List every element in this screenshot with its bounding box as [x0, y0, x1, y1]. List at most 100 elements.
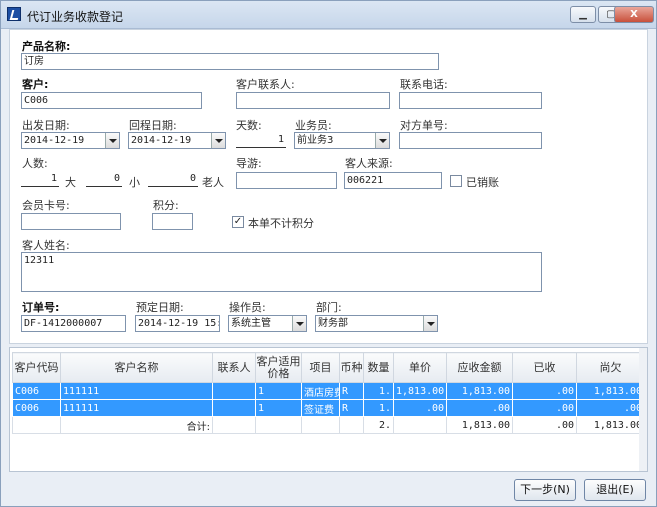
- dept-value: 财务部: [318, 318, 348, 329]
- minimize-button[interactable]: ▁: [570, 6, 596, 23]
- cell: [212, 416, 256, 434]
- chevron-down-icon[interactable]: [292, 316, 306, 331]
- source-label: 客人来源:: [345, 157, 393, 170]
- counter-no-field[interactable]: [399, 132, 542, 149]
- guide-field[interactable]: [236, 172, 337, 189]
- cell: R: [339, 382, 364, 400]
- operator-select[interactable]: 系统主管: [228, 315, 307, 332]
- total-receivable: 1,813.00: [446, 416, 513, 434]
- app-logo-icon: [7, 7, 21, 21]
- days-field[interactable]: 1: [236, 132, 286, 148]
- column-header[interactable]: 数量: [363, 352, 394, 383]
- close-button[interactable]: X: [614, 6, 654, 23]
- member-label: 会员卡号:: [22, 199, 70, 212]
- canceled-label: 已销账: [466, 176, 499, 189]
- senior-unit: 老人: [202, 176, 224, 189]
- column-header[interactable]: 项目: [301, 352, 340, 383]
- cell: [212, 382, 256, 400]
- cell: [12, 416, 61, 434]
- product-field[interactable]: 订房: [21, 53, 439, 70]
- cell: C006: [12, 382, 61, 400]
- column-header[interactable]: 应收金额: [446, 352, 513, 383]
- cell: .00: [576, 399, 645, 417]
- table-row[interactable]: C006 111111 1 签证费 R 1. .00 .00 .00 .00: [12, 399, 645, 417]
- senior-count-field[interactable]: 0: [148, 171, 198, 187]
- dept-select[interactable]: 财务部: [315, 315, 438, 332]
- depart-date-label: 出发日期:: [22, 119, 70, 132]
- order-no-label: 订单号:: [22, 301, 60, 314]
- source-field[interactable]: 006221: [344, 172, 442, 189]
- app-window: 代订业务收款登记 ▁ ▢ X 产品名称: 订房 客户: C006 客户联系人: …: [0, 0, 657, 507]
- total-qty: 2.: [363, 416, 394, 434]
- cell: .00: [512, 382, 577, 400]
- column-header[interactable]: 联系人: [212, 352, 256, 383]
- cell: [339, 416, 364, 434]
- sales-value: 前业务3: [297, 135, 334, 146]
- cell: 签证费: [301, 399, 340, 417]
- exit-button[interactable]: 退出(E): [584, 479, 646, 501]
- sales-label: 业务员:: [295, 119, 332, 132]
- next-button[interactable]: 下一步(N): [514, 479, 576, 501]
- points-field[interactable]: [152, 213, 193, 230]
- cell: [212, 399, 256, 417]
- child-count-field[interactable]: 0: [86, 171, 122, 187]
- chevron-down-icon[interactable]: [375, 133, 389, 148]
- items-table: 客户代码 客户名称 联系人 客户适用价格 项目 币种 数量 单价 应收金额 已收…: [12, 352, 645, 434]
- column-header[interactable]: 客户代码: [12, 352, 61, 383]
- phone-label: 联系电话:: [400, 78, 448, 91]
- guest-names-textarea[interactable]: 12311: [21, 252, 542, 292]
- cell: [301, 416, 340, 434]
- return-date-label: 回程日期:: [129, 119, 177, 132]
- column-header[interactable]: 已收: [512, 352, 577, 383]
- customer-field[interactable]: C006: [21, 92, 202, 109]
- column-header[interactable]: 币种: [339, 352, 364, 383]
- chevron-down-icon[interactable]: [105, 133, 119, 148]
- cell: [255, 416, 302, 434]
- cell: .00: [512, 399, 577, 417]
- canceled-checkbox[interactable]: [450, 175, 462, 187]
- booking-date-label: 预定日期:: [136, 301, 184, 314]
- table-header-row: 客户代码 客户名称 联系人 客户适用价格 项目 币种 数量 单价 应收金额 已收…: [12, 352, 645, 383]
- counter-no-label: 对方单号:: [400, 119, 448, 132]
- chevron-down-icon[interactable]: [211, 133, 225, 148]
- table-row[interactable]: C006 111111 1 酒店房费 R 1. 1,813.00 1,813.0…: [12, 382, 645, 400]
- title-bar: 代订业务收款登记 ▁ ▢ X: [1, 1, 656, 29]
- cell: 1.: [363, 399, 394, 417]
- operator-label: 操作员:: [229, 301, 266, 314]
- phone-field[interactable]: [399, 92, 542, 109]
- cell: 1.: [363, 382, 394, 400]
- cell: [393, 416, 447, 434]
- chevron-down-icon[interactable]: [423, 316, 437, 331]
- vertical-scrollbar[interactable]: [639, 348, 647, 471]
- total-owed: 1,813.00: [576, 416, 645, 434]
- order-form: 产品名称: 订房 客户: C006 客户联系人: 联系电话: 出发日期: 201…: [9, 29, 648, 344]
- adult-unit: 大: [65, 176, 76, 189]
- cell: .00: [446, 399, 513, 417]
- days-label: 天数:: [236, 119, 262, 132]
- points-label: 积分:: [153, 199, 179, 212]
- cell: 111111: [60, 399, 213, 417]
- depart-date-select[interactable]: 2014-12-19: [21, 132, 120, 149]
- cell: .00: [393, 399, 447, 417]
- contact-label: 客户联系人:: [236, 78, 295, 91]
- column-header[interactable]: 尚欠: [576, 352, 645, 383]
- people-label: 人数:: [22, 157, 48, 170]
- no-points-checkbox[interactable]: ✓: [232, 216, 244, 228]
- operator-value: 系统主管: [231, 318, 271, 329]
- order-no-field[interactable]: DF-1412000007: [21, 315, 126, 332]
- sales-select[interactable]: 前业务3: [294, 132, 390, 149]
- column-header[interactable]: 客户适用价格: [255, 352, 302, 383]
- return-date-value: 2014-12-19: [131, 135, 192, 146]
- cell: C006: [12, 399, 61, 417]
- cell: 1: [255, 382, 302, 400]
- return-date-select[interactable]: 2014-12-19: [128, 132, 226, 149]
- depart-date-value: 2014-12-19: [24, 135, 85, 146]
- member-field[interactable]: [21, 213, 121, 230]
- cell: 1,813.00: [446, 382, 513, 400]
- booking-date-field[interactable]: 2014-12-19 15:53: [135, 315, 220, 332]
- column-header[interactable]: 客户名称: [60, 352, 213, 383]
- column-header[interactable]: 单价: [393, 352, 447, 383]
- contact-field[interactable]: [236, 92, 390, 109]
- guide-label: 导游:: [236, 157, 262, 170]
- adult-count-field[interactable]: 1: [21, 171, 59, 187]
